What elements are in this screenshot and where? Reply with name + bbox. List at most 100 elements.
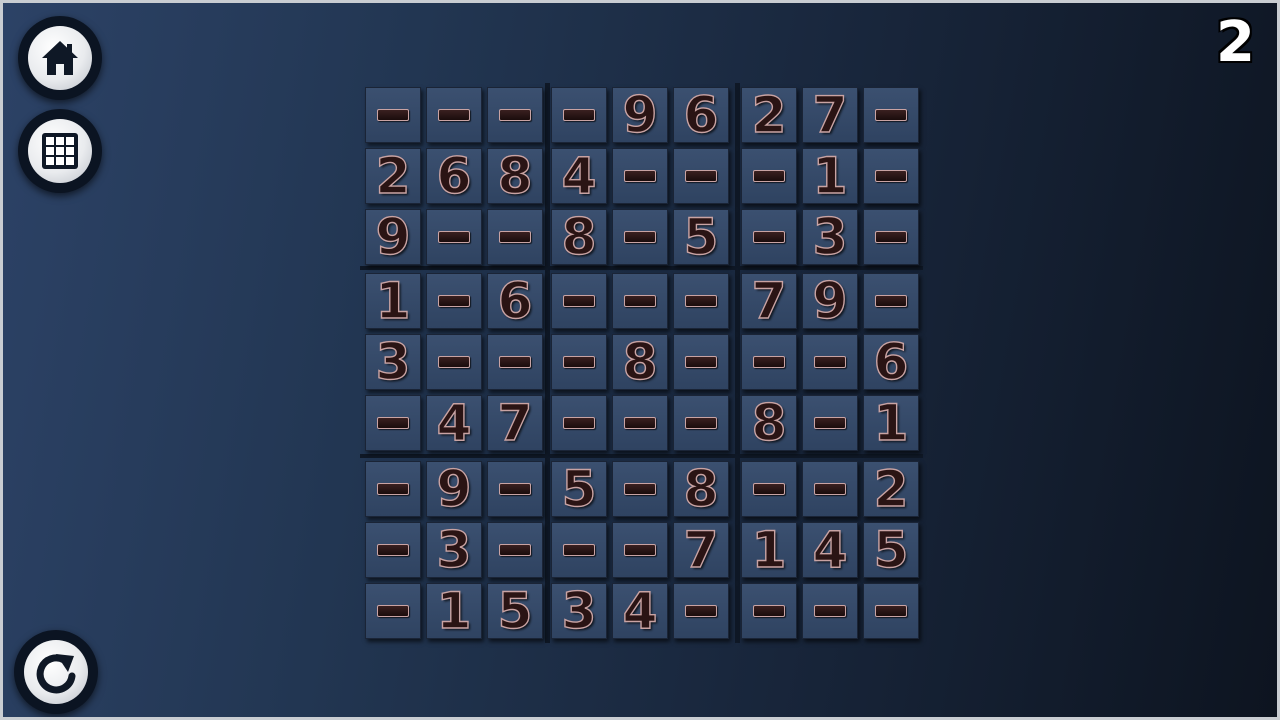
grid-cell-r6-c6[interactable]	[673, 395, 729, 451]
grid-cell-r6-c5[interactable]	[612, 395, 668, 451]
grid-cell-r5-c5[interactable]: 8	[612, 333, 668, 391]
grid-cell-r5-c3[interactable]	[487, 334, 543, 390]
empty-cell-dash	[685, 417, 717, 429]
grid-cell-r5-c8[interactable]	[802, 334, 858, 390]
grid-cell-r6-c9[interactable]: 1	[863, 394, 919, 452]
grid-cell-r7-c8[interactable]	[802, 461, 858, 517]
home-icon	[28, 26, 92, 90]
grid-cell-r1-c5[interactable]: 9	[612, 86, 668, 144]
grid-cell-r8-c8[interactable]: 4	[802, 521, 858, 579]
grid-cell-r9-c1[interactable]	[365, 583, 421, 639]
grid-cell-r1-c6[interactable]: 6	[673, 86, 729, 144]
grid-cell-r1-c8[interactable]: 7	[802, 86, 858, 144]
grid-cell-r9-c6[interactable]	[673, 583, 729, 639]
grid-cell-r2-c3[interactable]: 8	[487, 147, 543, 205]
grid-cell-r5-c2[interactable]	[426, 334, 482, 390]
grid-cell-r9-c2[interactable]: 1	[426, 582, 482, 640]
grid-cell-r9-c7[interactable]	[741, 583, 797, 639]
grid-cell-r3-c3[interactable]	[487, 209, 543, 265]
grid-cell-r5-c4[interactable]	[551, 334, 607, 390]
grid-cell-r2-c4[interactable]: 4	[551, 147, 607, 205]
grid-cell-r2-c5[interactable]	[612, 148, 668, 204]
empty-cell-dash	[563, 544, 595, 556]
grid-cell-r5-c6[interactable]	[673, 334, 729, 390]
grid-cell-r8-c9[interactable]: 5	[863, 521, 919, 579]
empty-cell-dash	[753, 170, 785, 182]
grid-cell-r7-c5[interactable]	[612, 461, 668, 517]
grid-cell-r9-c8[interactable]	[802, 583, 858, 639]
home-button[interactable]	[18, 16, 102, 100]
grid-cell-r5-c9[interactable]: 6	[863, 333, 919, 391]
empty-cell-dash	[875, 170, 907, 182]
grid-cell-r4-c3[interactable]: 6	[487, 272, 543, 330]
grid-cell-r2-c1[interactable]: 2	[365, 147, 421, 205]
grid-cell-r4-c9[interactable]	[863, 273, 919, 329]
grid-cell-r6-c7[interactable]: 8	[741, 394, 797, 452]
grid-cell-r1-c4[interactable]	[551, 87, 607, 143]
grid-cell-r6-c3[interactable]: 7	[487, 394, 543, 452]
grid-cell-r8-c7[interactable]: 1	[741, 521, 797, 579]
grid-cell-r4-c4[interactable]	[551, 273, 607, 329]
cell-digit: 5	[683, 208, 719, 266]
grid-cell-r4-c8[interactable]: 9	[802, 272, 858, 330]
grid-cell-r8-c3[interactable]	[487, 522, 543, 578]
grid-cell-r7-c1[interactable]	[365, 461, 421, 517]
empty-cell-dash	[685, 295, 717, 307]
grid-cell-r5-c7[interactable]	[741, 334, 797, 390]
empty-cell-dash	[814, 417, 846, 429]
grid-cell-r6-c2[interactable]: 4	[426, 394, 482, 452]
grid-cell-r4-c6[interactable]	[673, 273, 729, 329]
grid-cell-r8-c4[interactable]	[551, 522, 607, 578]
reset-button[interactable]	[14, 630, 98, 714]
grid-cell-r8-c5[interactable]	[612, 522, 668, 578]
cell-digit: 3	[375, 333, 411, 391]
grid-cell-r5-c1[interactable]: 3	[365, 333, 421, 391]
empty-cell-dash	[685, 170, 717, 182]
grid-cell-r3-c1[interactable]: 9	[365, 208, 421, 266]
grid-cell-r3-c6[interactable]: 5	[673, 208, 729, 266]
grid-cell-r4-c5[interactable]	[612, 273, 668, 329]
grid-cell-r4-c2[interactable]	[426, 273, 482, 329]
grid-cell-r3-c5[interactable]	[612, 209, 668, 265]
grid-cell-r1-c2[interactable]	[426, 87, 482, 143]
grid-cell-r3-c8[interactable]: 3	[802, 208, 858, 266]
grid-cell-r7-c9[interactable]: 2	[863, 460, 919, 518]
grid-cell-r9-c9[interactable]	[863, 583, 919, 639]
grid-cell-r2-c2[interactable]: 6	[426, 147, 482, 205]
grid-cell-r2-c7[interactable]	[741, 148, 797, 204]
grid-cell-r8-c2[interactable]: 3	[426, 521, 482, 579]
empty-cell-dash	[499, 109, 531, 121]
grid-cell-r9-c4[interactable]: 3	[551, 582, 607, 640]
grid-cell-r3-c2[interactable]	[426, 209, 482, 265]
grid-cell-r1-c9[interactable]	[863, 87, 919, 143]
grid-cell-r1-c1[interactable]	[365, 87, 421, 143]
cell-digit: 5	[561, 460, 597, 518]
grid-cell-r6-c4[interactable]	[551, 395, 607, 451]
grid-cell-r8-c1[interactable]	[365, 522, 421, 578]
grid-cell-r7-c6[interactable]: 8	[673, 460, 729, 518]
grid-cell-r2-c6[interactable]	[673, 148, 729, 204]
grid-cell-r8-c6[interactable]: 7	[673, 521, 729, 579]
grid-cell-r9-c5[interactable]: 4	[612, 582, 668, 640]
level-select-button[interactable]	[18, 109, 102, 193]
cell-digit: 5	[497, 582, 533, 640]
grid-cell-r3-c9[interactable]	[863, 209, 919, 265]
level-number: 2	[1216, 10, 1255, 75]
grid-cell-r2-c9[interactable]	[863, 148, 919, 204]
grid-cell-r1-c3[interactable]	[487, 87, 543, 143]
grid-cell-r4-c1[interactable]: 1	[365, 272, 421, 330]
grid-cell-r9-c3[interactable]: 5	[487, 582, 543, 640]
grid-cell-r4-c7[interactable]: 7	[741, 272, 797, 330]
grid-cell-r7-c2[interactable]: 9	[426, 460, 482, 518]
grid-cell-r7-c4[interactable]: 5	[551, 460, 607, 518]
grid-cell-r1-c7[interactable]: 2	[741, 86, 797, 144]
grid-cell-r7-c7[interactable]	[741, 461, 797, 517]
grid-cell-r7-c3[interactable]	[487, 461, 543, 517]
cell-digit: 8	[751, 394, 787, 452]
grid-cell-r6-c8[interactable]	[802, 395, 858, 451]
grid-cell-r6-c1[interactable]	[365, 395, 421, 451]
empty-cell-dash	[563, 109, 595, 121]
grid-cell-r3-c7[interactable]	[741, 209, 797, 265]
grid-cell-r2-c8[interactable]: 1	[802, 147, 858, 205]
grid-cell-r3-c4[interactable]: 8	[551, 208, 607, 266]
